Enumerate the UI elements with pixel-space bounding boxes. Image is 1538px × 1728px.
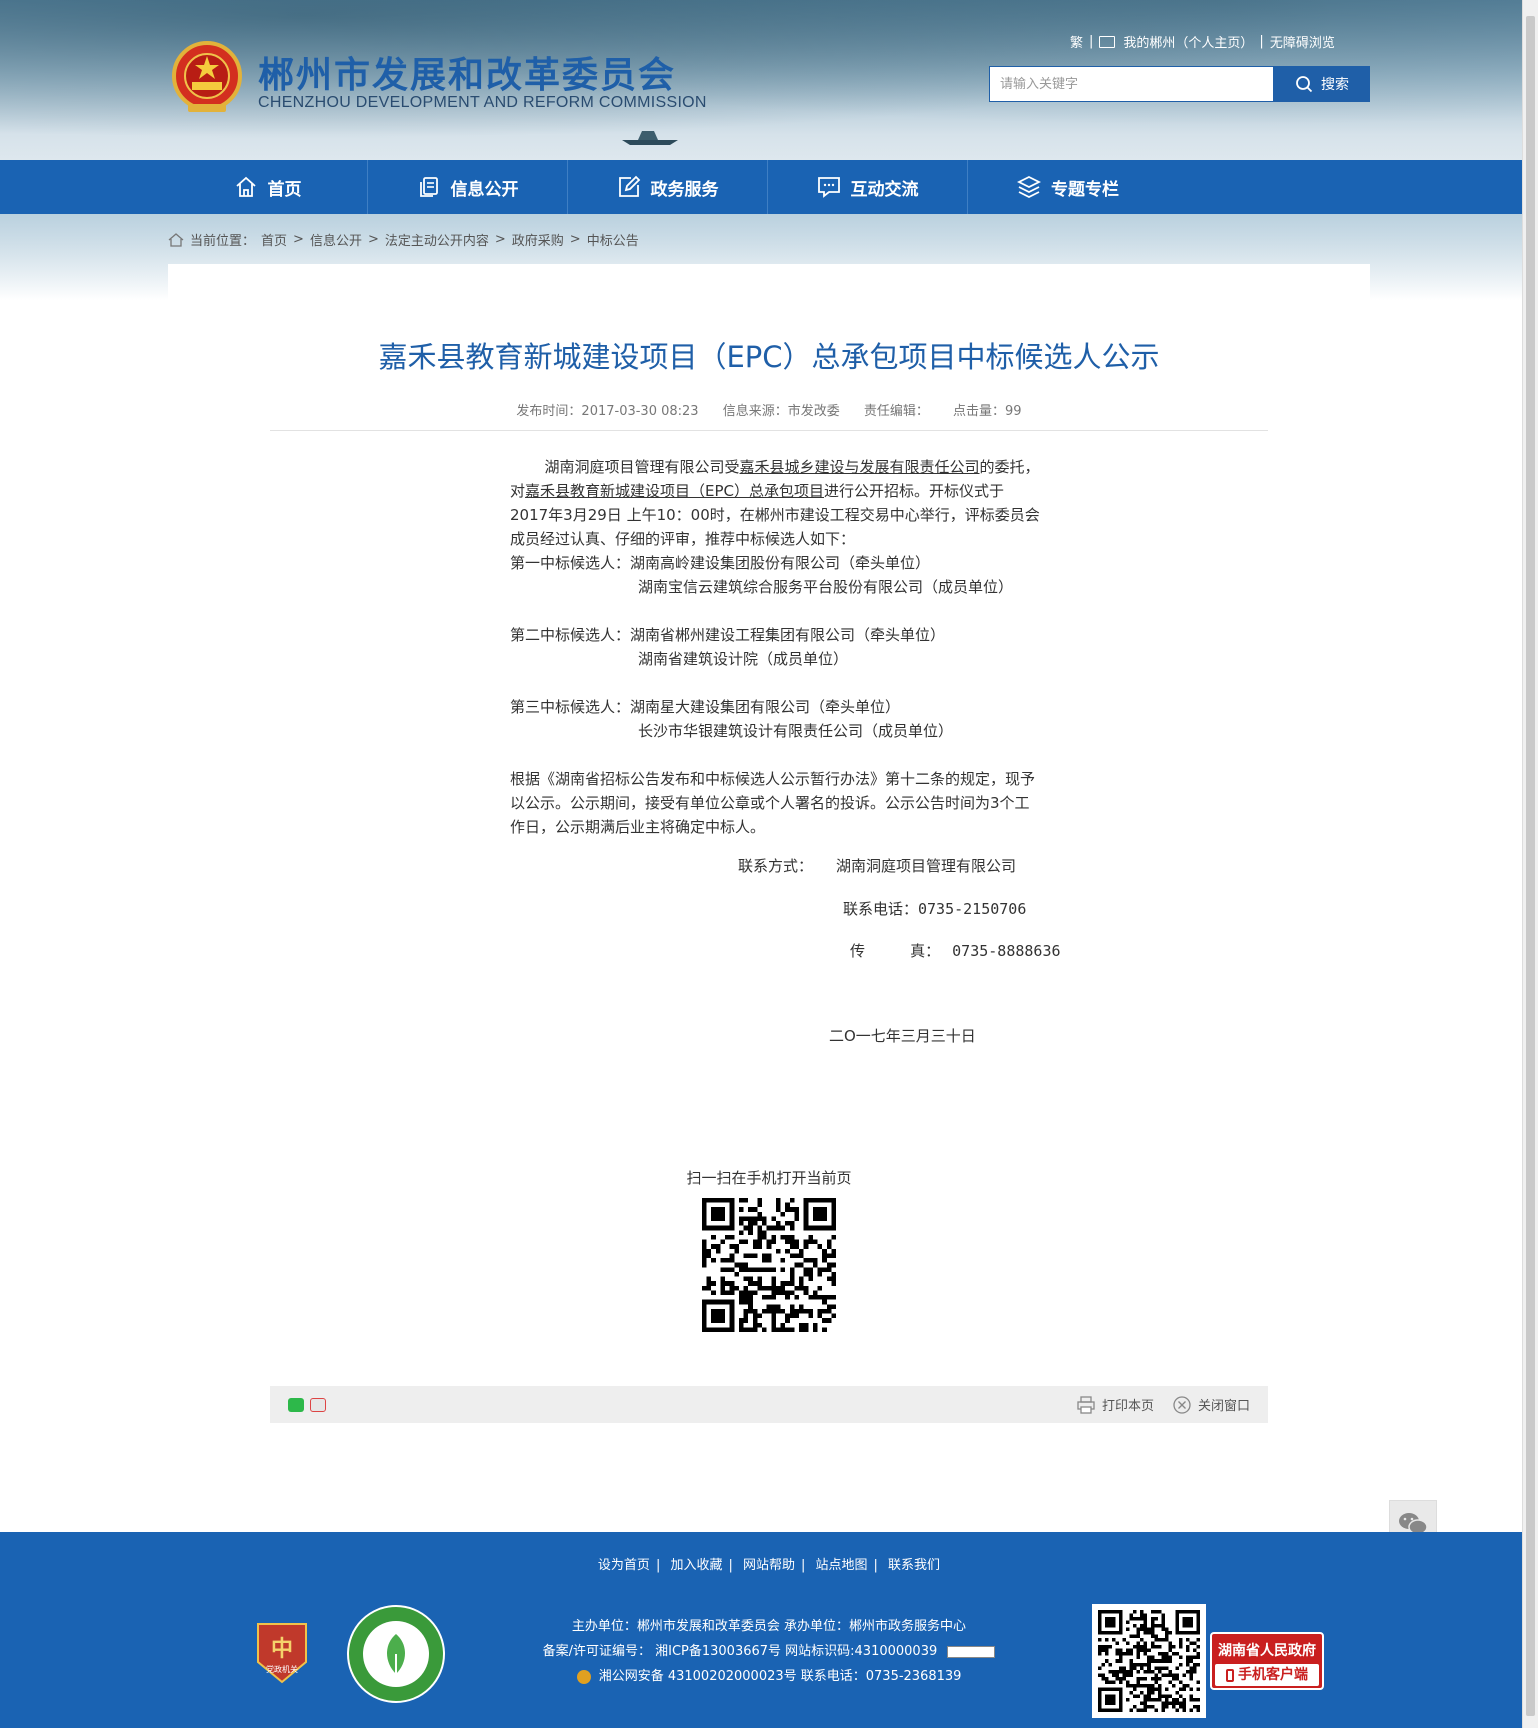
candidate-2-lead: 第二中标候选人：湖南省郴州建设工程集团有限公司（牵头单位）	[510, 626, 946, 644]
nav-item-gov-services[interactable]: 政务服务	[568, 160, 768, 214]
wechat-share-icon[interactable]	[288, 1398, 304, 1412]
breadcrumb-prefix: 当前位置：	[190, 234, 256, 249]
intro-paragraph: 湖南洞庭项目管理有限公司受嘉禾县城乡建设与发展有限责任公司的委托，对嘉禾县教育新…	[510, 458, 1040, 548]
top-links: 繁 | 我的郴州（个人主页） | 无障碍浏览	[1070, 32, 1335, 51]
police-badge-icon	[576, 1669, 591, 1684]
breadcrumb-separator: >	[569, 232, 581, 247]
search-button-label: 搜索	[1321, 77, 1349, 93]
article-body: 湖南洞庭项目管理有限公司受嘉禾县城乡建设与发展有限责任公司的委托，对嘉禾县教育新…	[510, 455, 1040, 839]
main-nav: 首页 信息公开 政务服务 互动交流 专题专栏	[0, 160, 1522, 214]
document-icon	[419, 177, 438, 197]
site-footer: 设为首页 | 加入收藏 | 网站帮助 | 站点地图 | 联系我们 主办单位：郴州市发展和…	[0, 1532, 1522, 1728]
title-divider	[270, 430, 1268, 431]
breadcrumb-award-notice[interactable]: 中标公告	[587, 230, 639, 249]
site-subtitle: CHENZHOU DEVELOPMENT AND REFORM COMMISSI…	[258, 94, 707, 111]
article-title: 嘉禾县教育新城建设项目（EPC）总承包项目中标候选人公示	[378, 340, 1160, 374]
candidate-3-lead: 第三中标候选人：湖南星大建设集团有限公司（牵头单位）	[510, 698, 901, 716]
close-window-button[interactable]: 关闭窗口	[1172, 1395, 1250, 1415]
print-icon	[1077, 1395, 1095, 1414]
footer-link-contact[interactable]: 联系我们	[888, 1558, 940, 1573]
closing-paragraph: 根据《湖南省招标公告发布和中标候选人公示暂行办法》第十二条的规定，现予以公示。公…	[510, 770, 1036, 836]
qr-caption: 扫一扫在手机打开当前页	[686, 1169, 852, 1187]
footer-link-bookmark[interactable]: 加入收藏	[670, 1558, 722, 1573]
publish-time: 发布时间：2017-03-30 08:23	[516, 404, 699, 419]
notice-date: 二O一七年三月三十日	[829, 1027, 976, 1045]
party-government-badge-icon[interactable]: 中 党政机关	[256, 1622, 308, 1684]
employer-link: 嘉禾县城乡建设与发展有限责任公司	[739, 458, 980, 476]
svg-text:党政机关: 党政机关	[266, 1664, 298, 1674]
candidate-1-lead: 第一中标候选人：湖南高岭建设集团股份有限公司（牵头单位）	[510, 554, 931, 572]
layers-icon	[1017, 175, 1041, 199]
info-source: 信息来源：市发改委	[722, 404, 840, 419]
search-button[interactable]: 搜索	[1274, 66, 1370, 102]
search-icon	[1296, 76, 1313, 93]
boat-decoration	[622, 131, 678, 145]
traditional-chinese-link[interactable]: 繁	[1070, 32, 1083, 51]
footer-link-set-home[interactable]: 设为首页	[598, 1558, 650, 1573]
project-link: 嘉禾县教育新城建设项目（EPC）总承包项目	[525, 482, 825, 500]
contact-fax: 传 真： 0735-8888636	[850, 942, 1061, 960]
article-meta: 发布时间：2017-03-30 08:23 信息来源：市发改委 责任编辑： 点击…	[0, 400, 1538, 419]
breadcrumb-separator: >	[293, 232, 304, 247]
responsible-editor: 责任编辑：	[863, 404, 929, 419]
breadcrumb-info-disclosure[interactable]: 信息公开	[310, 230, 362, 249]
contact-phone: 联系电话：0735-2150706	[843, 900, 1027, 918]
civilized-website-badge-icon[interactable]	[346, 1604, 446, 1704]
monitor-icon	[1099, 35, 1116, 48]
mobile-phone-icon	[1226, 1668, 1234, 1682]
print-button[interactable]: 打印本页	[1076, 1395, 1154, 1415]
accessibility-link[interactable]: 无障碍浏览	[1270, 32, 1335, 51]
breadcrumb-separator: >	[367, 232, 379, 247]
contact-label: 联系方式：	[738, 857, 814, 875]
breadcrumb-procurement[interactable]: 政府采购	[512, 230, 564, 249]
contact-line: 联系方式： 湖南洞庭项目管理有限公司	[738, 855, 1016, 876]
weibo-share-icon[interactable]	[310, 1398, 326, 1412]
page-scrollbar[interactable]	[1522, 0, 1538, 1728]
edit-icon	[618, 175, 640, 197]
nav-item-home[interactable]: 首页	[168, 160, 368, 214]
svg-text:中: 中	[271, 1637, 293, 1662]
hunan-gov-app-badge[interactable]: 湖南省人民政府 手机客户端	[1210, 1632, 1324, 1690]
nav-item-info-disclosure[interactable]: 信息公开	[368, 160, 568, 214]
close-icon	[1173, 1395, 1191, 1414]
footer-links: 设为首页 | 加入收藏 | 网站帮助 | 站点地图 | 联系我们	[597, 1558, 941, 1573]
footer-qr-code	[1092, 1604, 1206, 1718]
footer-link-help[interactable]: 网站帮助	[743, 1558, 795, 1573]
site-title[interactable]: 郴州市发展和改革委员会	[258, 46, 676, 98]
footer-link-sitemap[interactable]: 站点地图	[816, 1558, 868, 1573]
breadcrumb: 当前位置： 首页 > 信息公开 > 法定主动公开内容 > 政府采购 > 中标公告	[168, 230, 639, 249]
my-chenzhou-link[interactable]: 我的郴州（个人主页）	[1123, 32, 1253, 51]
nav-item-interaction[interactable]: 互动交流	[768, 160, 968, 214]
search-input[interactable]: 请输入关键字	[989, 66, 1274, 102]
home-icon	[168, 232, 184, 247]
candidate-1-member: 湖南宝信云建筑综合服务平台股份有限公司（成员单位）	[638, 578, 1014, 596]
site-id-icon	[947, 1645, 996, 1658]
contact-name: 湖南洞庭项目管理有限公司	[836, 857, 1017, 875]
share-bar: 打印本页 关闭窗口	[270, 1386, 1268, 1423]
national-emblem-icon	[172, 41, 242, 112]
breadcrumb-separator: >	[494, 232, 506, 247]
chat-icon	[817, 177, 840, 198]
candidate-2-member: 湖南省建筑设计院（成员单位）	[638, 650, 849, 668]
candidate-3-member: 长沙市华银建筑设计有限责任公司（成员单位）	[638, 722, 954, 740]
nav-item-special-topics[interactable]: 专题专栏	[968, 160, 1168, 214]
page-qr-code	[702, 1198, 836, 1332]
breadcrumb-statutory[interactable]: 法定主动公开内容	[385, 230, 489, 249]
breadcrumb-home[interactable]: 首页	[261, 230, 287, 249]
home-icon	[235, 176, 256, 197]
view-count: 点击量：99	[953, 404, 1022, 419]
